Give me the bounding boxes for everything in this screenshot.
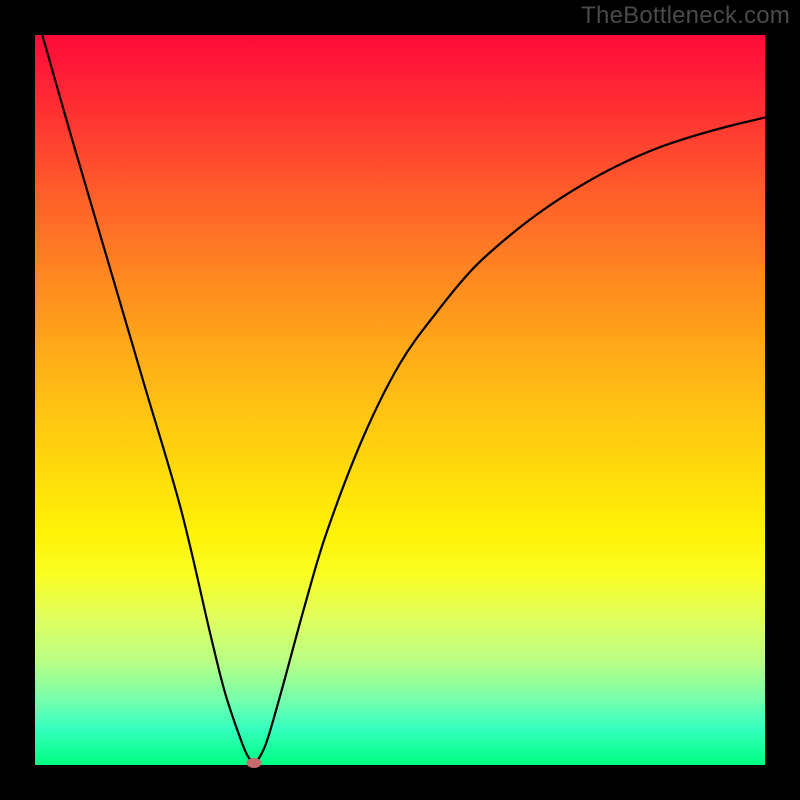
curve-svg bbox=[35, 35, 765, 765]
chart-container: TheBottleneck.com bbox=[0, 0, 800, 800]
plot-area bbox=[35, 35, 765, 765]
bottleneck-curve bbox=[42, 35, 765, 763]
optimum-marker bbox=[247, 758, 262, 768]
watermark-text: TheBottleneck.com bbox=[581, 2, 790, 30]
